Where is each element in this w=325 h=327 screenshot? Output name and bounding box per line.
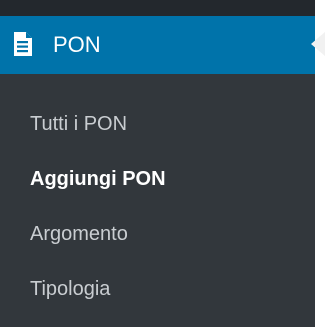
submenu-item-tutti-i-pon[interactable]: Tutti i PON: [30, 112, 127, 136]
submenu: Tutti i PON Aggiungi PON Argomento Tipol…: [0, 74, 315, 327]
submenu-item-tipologia[interactable]: Tipologia: [30, 277, 110, 301]
admin-sidebar: PON Tutti i PON Aggiungi PON Argomento T…: [0, 0, 325, 327]
submenu-item-aggiungi-pon[interactable]: Aggiungi PON: [30, 167, 166, 191]
document-icon: [14, 32, 32, 56]
menu-item-pon[interactable]: PON: [0, 16, 315, 74]
current-menu-indicator: [311, 32, 325, 56]
menu-title: PON: [53, 32, 101, 57]
submenu-item-argomento[interactable]: Argomento: [30, 222, 128, 246]
admin-menu: PON Tutti i PON Aggiungi PON Argomento T…: [0, 0, 325, 327]
